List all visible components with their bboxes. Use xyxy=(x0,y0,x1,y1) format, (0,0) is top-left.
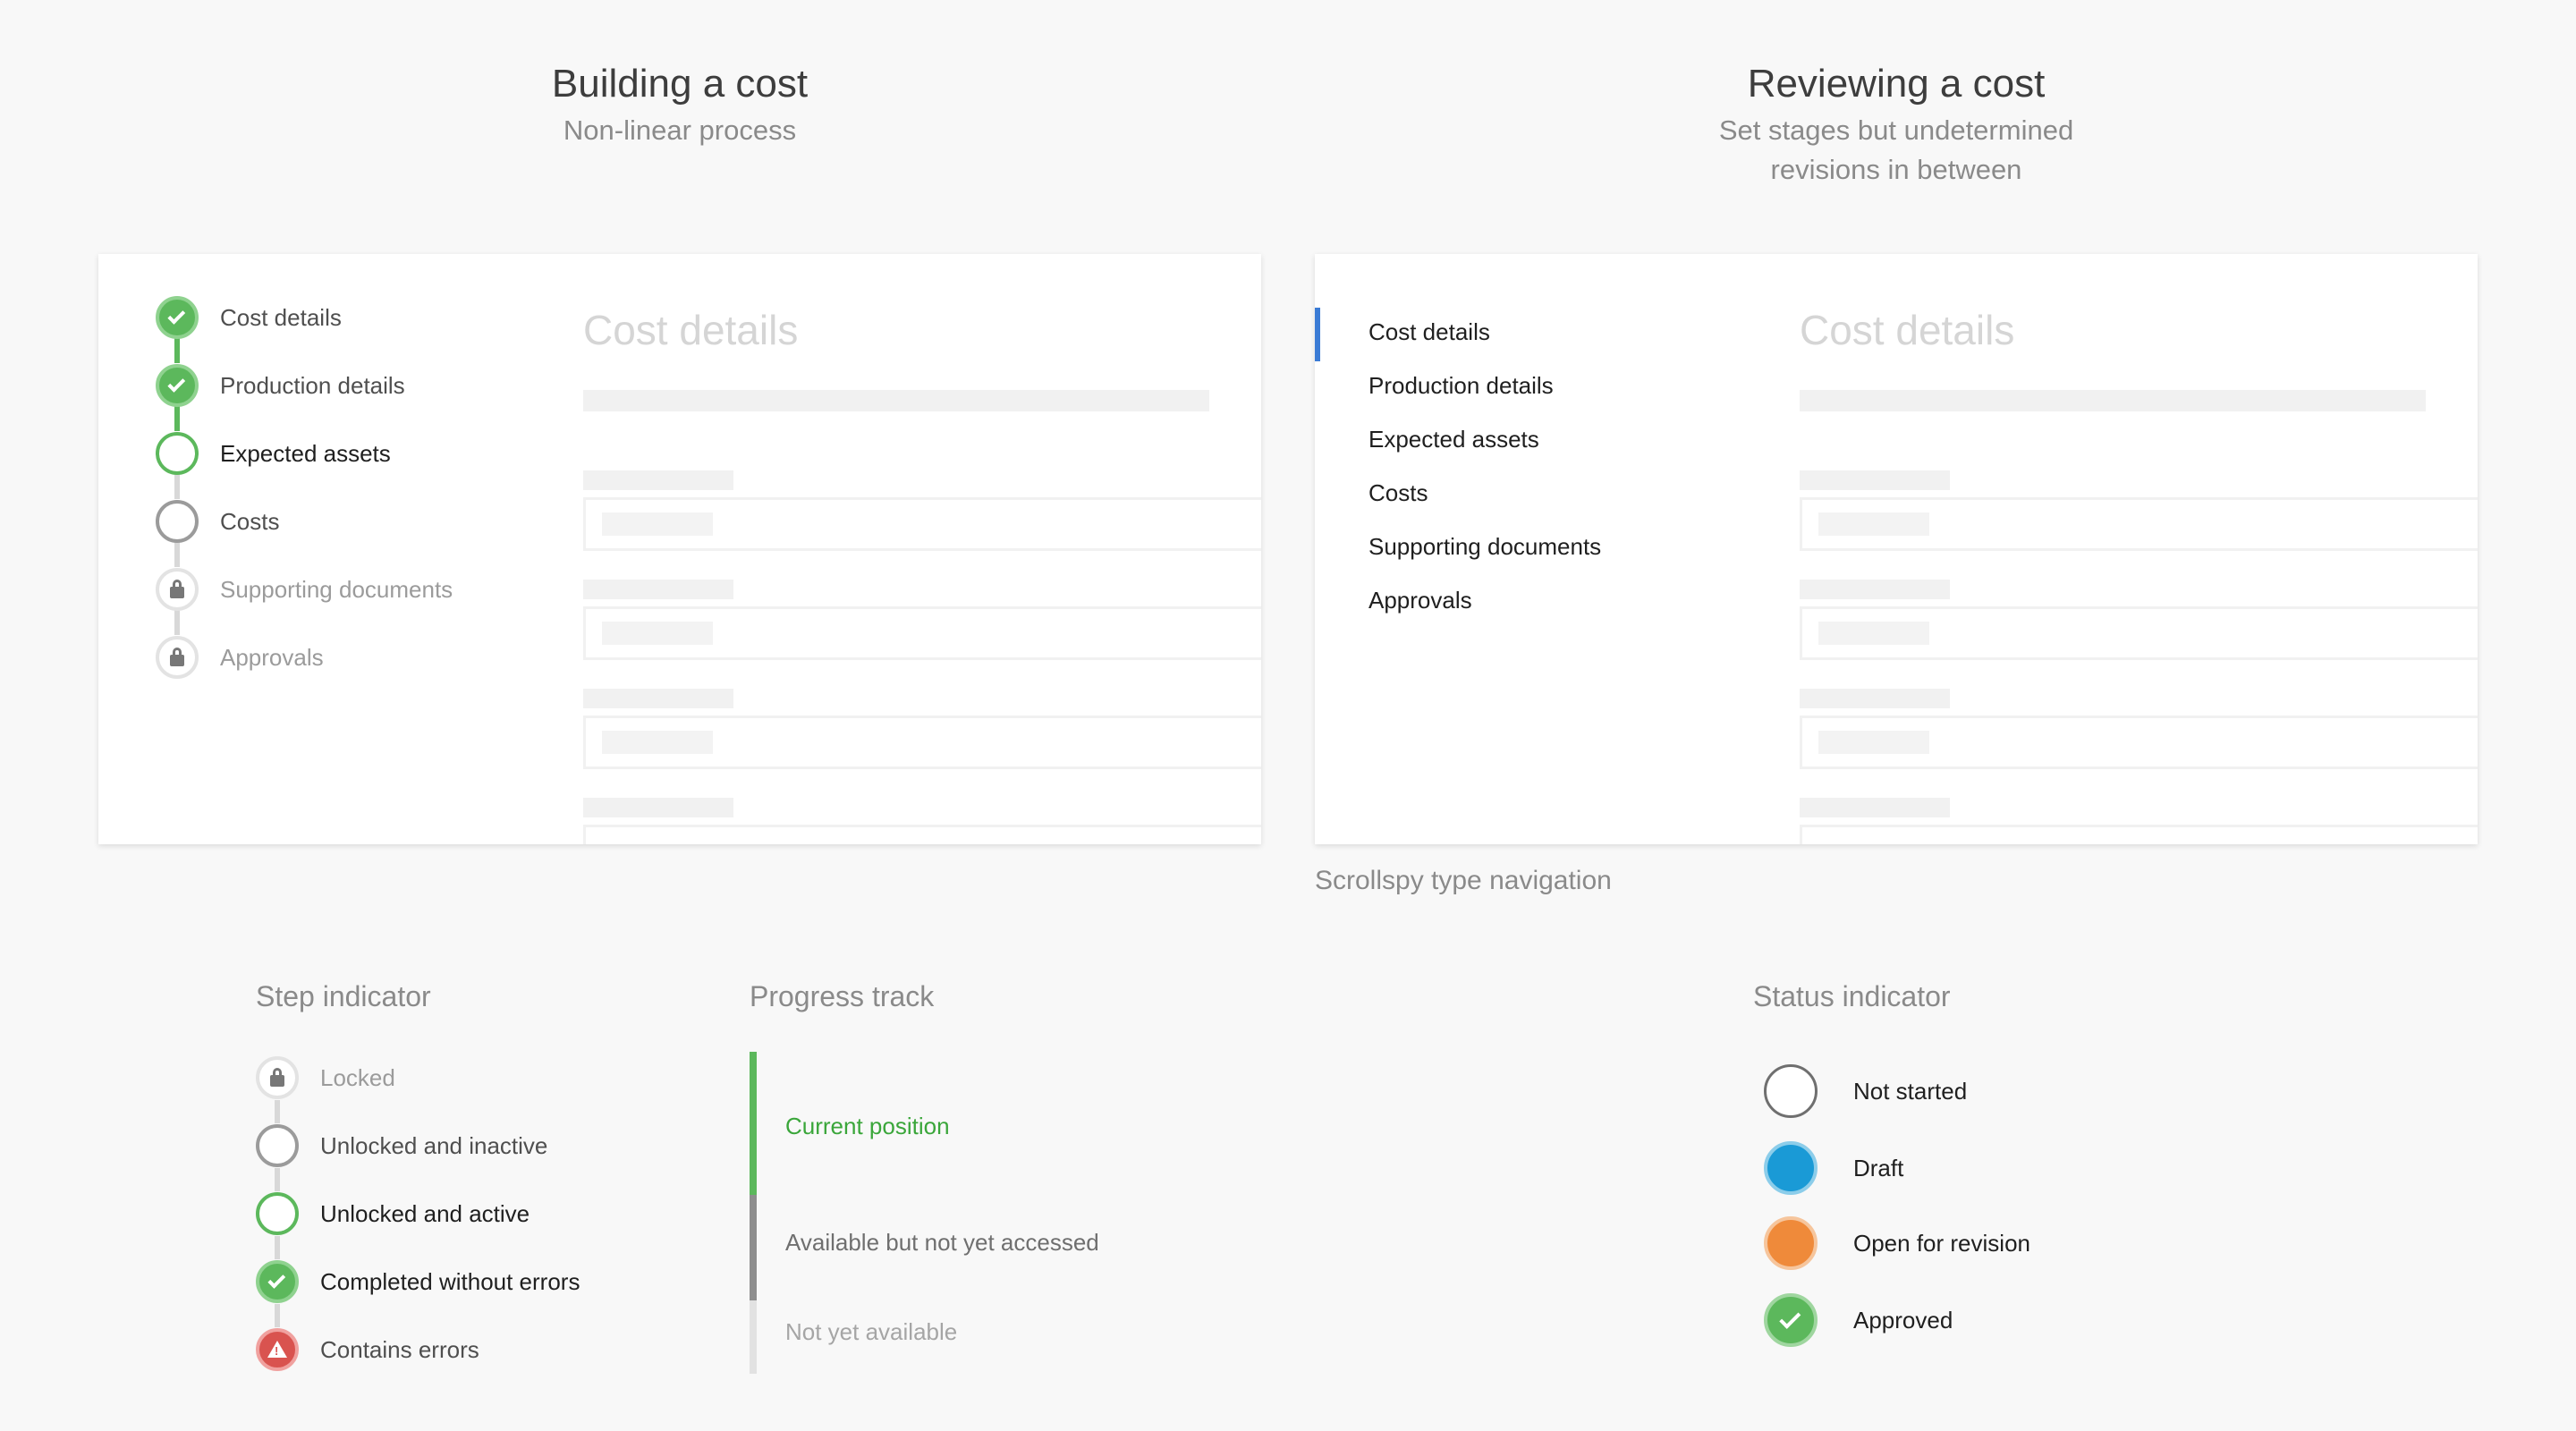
reviewing-subtitle-line2: revisions in between xyxy=(1770,154,2022,185)
placeholder-label xyxy=(1800,798,1950,817)
placeholder-field xyxy=(583,497,1261,551)
placeholder-field xyxy=(1800,606,2478,660)
placeholder-label xyxy=(1800,470,1950,490)
status-not-started: Not started xyxy=(1764,1064,1967,1118)
progress-track-title: Progress track xyxy=(750,980,935,1012)
step-connector xyxy=(174,472,180,499)
step-indicator-legend: Locked Unlocked and inactive Unlocked an… xyxy=(199,1037,735,1395)
progress-current-label: Current position xyxy=(785,1113,950,1139)
active-step-icon xyxy=(156,432,199,475)
step-costs[interactable]: Costs xyxy=(156,499,279,544)
content-title: Cost details xyxy=(1800,307,2015,353)
not-started-icon xyxy=(1764,1064,1818,1118)
placeholder-bar xyxy=(1800,390,2426,411)
placeholder-label xyxy=(583,470,733,490)
step-indicator-title: Step indicator xyxy=(256,980,431,1012)
reviewing-heading: Reviewing a cost Set stages but undeterm… xyxy=(1494,57,2299,190)
nav-item-supporting-documents[interactable]: Supporting documents xyxy=(1368,533,1601,561)
step-label: Approvals xyxy=(220,643,324,671)
placeholder-label xyxy=(1800,580,1950,599)
progress-track-unavailable xyxy=(750,1300,757,1374)
nav-item-cost-details[interactable]: Cost details xyxy=(1368,318,1490,346)
legend-unlocked-active: Unlocked and active xyxy=(256,1191,530,1236)
placeholder-label xyxy=(1800,689,1950,708)
draft-icon xyxy=(1764,1141,1818,1195)
step-cost-details[interactable]: Cost details xyxy=(156,295,342,340)
scrollspy-caption: Scrollspy type navigation xyxy=(1315,866,1612,895)
placeholder-bar xyxy=(583,390,1209,411)
building-cost-card: Cost details Production details Expected… xyxy=(98,254,1261,844)
completed-check-icon xyxy=(156,364,199,407)
step-label: Cost details xyxy=(220,303,342,331)
placeholder-field xyxy=(583,716,1261,769)
completed-check-icon xyxy=(256,1260,299,1303)
step-supporting-documents: Supporting documents xyxy=(156,567,453,612)
progress-unavailable-label: Not yet available xyxy=(785,1318,958,1345)
warning-icon: ! xyxy=(256,1328,299,1371)
step-label: Supporting documents xyxy=(220,575,453,603)
nav-item-expected-assets[interactable]: Expected assets xyxy=(1368,426,1539,453)
step-connector xyxy=(174,540,180,567)
lock-icon xyxy=(156,636,199,679)
step-approvals: Approvals xyxy=(156,635,324,680)
placeholder-label xyxy=(583,689,733,708)
step-connector xyxy=(174,336,180,363)
nav-item-costs[interactable]: Costs xyxy=(1368,479,1428,507)
completed-check-icon xyxy=(156,296,199,339)
step-label: Expected assets xyxy=(220,439,391,467)
content-title: Cost details xyxy=(583,307,799,353)
inactive-step-icon xyxy=(156,500,199,543)
status-open-for-revision: Open for revision xyxy=(1764,1216,2030,1270)
placeholder-field xyxy=(583,606,1261,660)
legend-locked: Locked xyxy=(256,1055,395,1100)
building-title: Building a cost xyxy=(551,62,809,106)
placeholder-field xyxy=(1800,825,2478,844)
approved-check-icon xyxy=(1764,1293,1818,1347)
status-draft: Draft xyxy=(1764,1141,1903,1195)
legend-unlocked-inactive: Unlocked and inactive xyxy=(256,1123,547,1168)
step-expected-assets[interactable]: Expected assets xyxy=(156,431,391,476)
revision-icon xyxy=(1764,1216,1818,1270)
active-step-icon xyxy=(256,1192,299,1235)
inactive-step-icon xyxy=(256,1124,299,1167)
lock-icon xyxy=(256,1056,299,1099)
nav-item-approvals[interactable]: Approvals xyxy=(1368,587,1472,614)
legend-errors: ! Contains errors xyxy=(256,1327,479,1372)
step-production-details[interactable]: Production details xyxy=(156,363,405,408)
step-connector xyxy=(174,404,180,431)
nav-item-production-details[interactable]: Production details xyxy=(1368,372,1554,400)
step-label: Costs xyxy=(220,507,280,535)
reviewing-subtitle-line1: Set stages but undetermined xyxy=(1718,114,2074,146)
status-approved: Approved xyxy=(1764,1293,1953,1347)
building-heading: Building a cost Non-linear process xyxy=(277,57,1082,150)
status-indicator-title: Status indicator xyxy=(1753,980,1951,1012)
reviewing-cost-card: Cost details Production details Expected… xyxy=(1315,254,2478,844)
building-subtitle: Non-linear process xyxy=(563,114,797,146)
placeholder-field xyxy=(1800,716,2478,769)
placeholder-label xyxy=(583,798,733,817)
progress-available-label: Available but not yet accessed xyxy=(785,1229,1099,1256)
placeholder-field xyxy=(583,825,1261,844)
reviewing-title: Reviewing a cost xyxy=(1747,62,2046,106)
legend-completed: Completed without errors xyxy=(256,1259,580,1304)
step-label: Production details xyxy=(220,371,405,399)
placeholder-label xyxy=(583,580,733,599)
progress-track-current xyxy=(750,1052,757,1195)
progress-track-available xyxy=(750,1195,757,1300)
step-connector xyxy=(174,608,180,635)
scrollspy-active-indicator xyxy=(1315,308,1320,361)
placeholder-field xyxy=(1800,497,2478,551)
lock-icon xyxy=(156,568,199,611)
